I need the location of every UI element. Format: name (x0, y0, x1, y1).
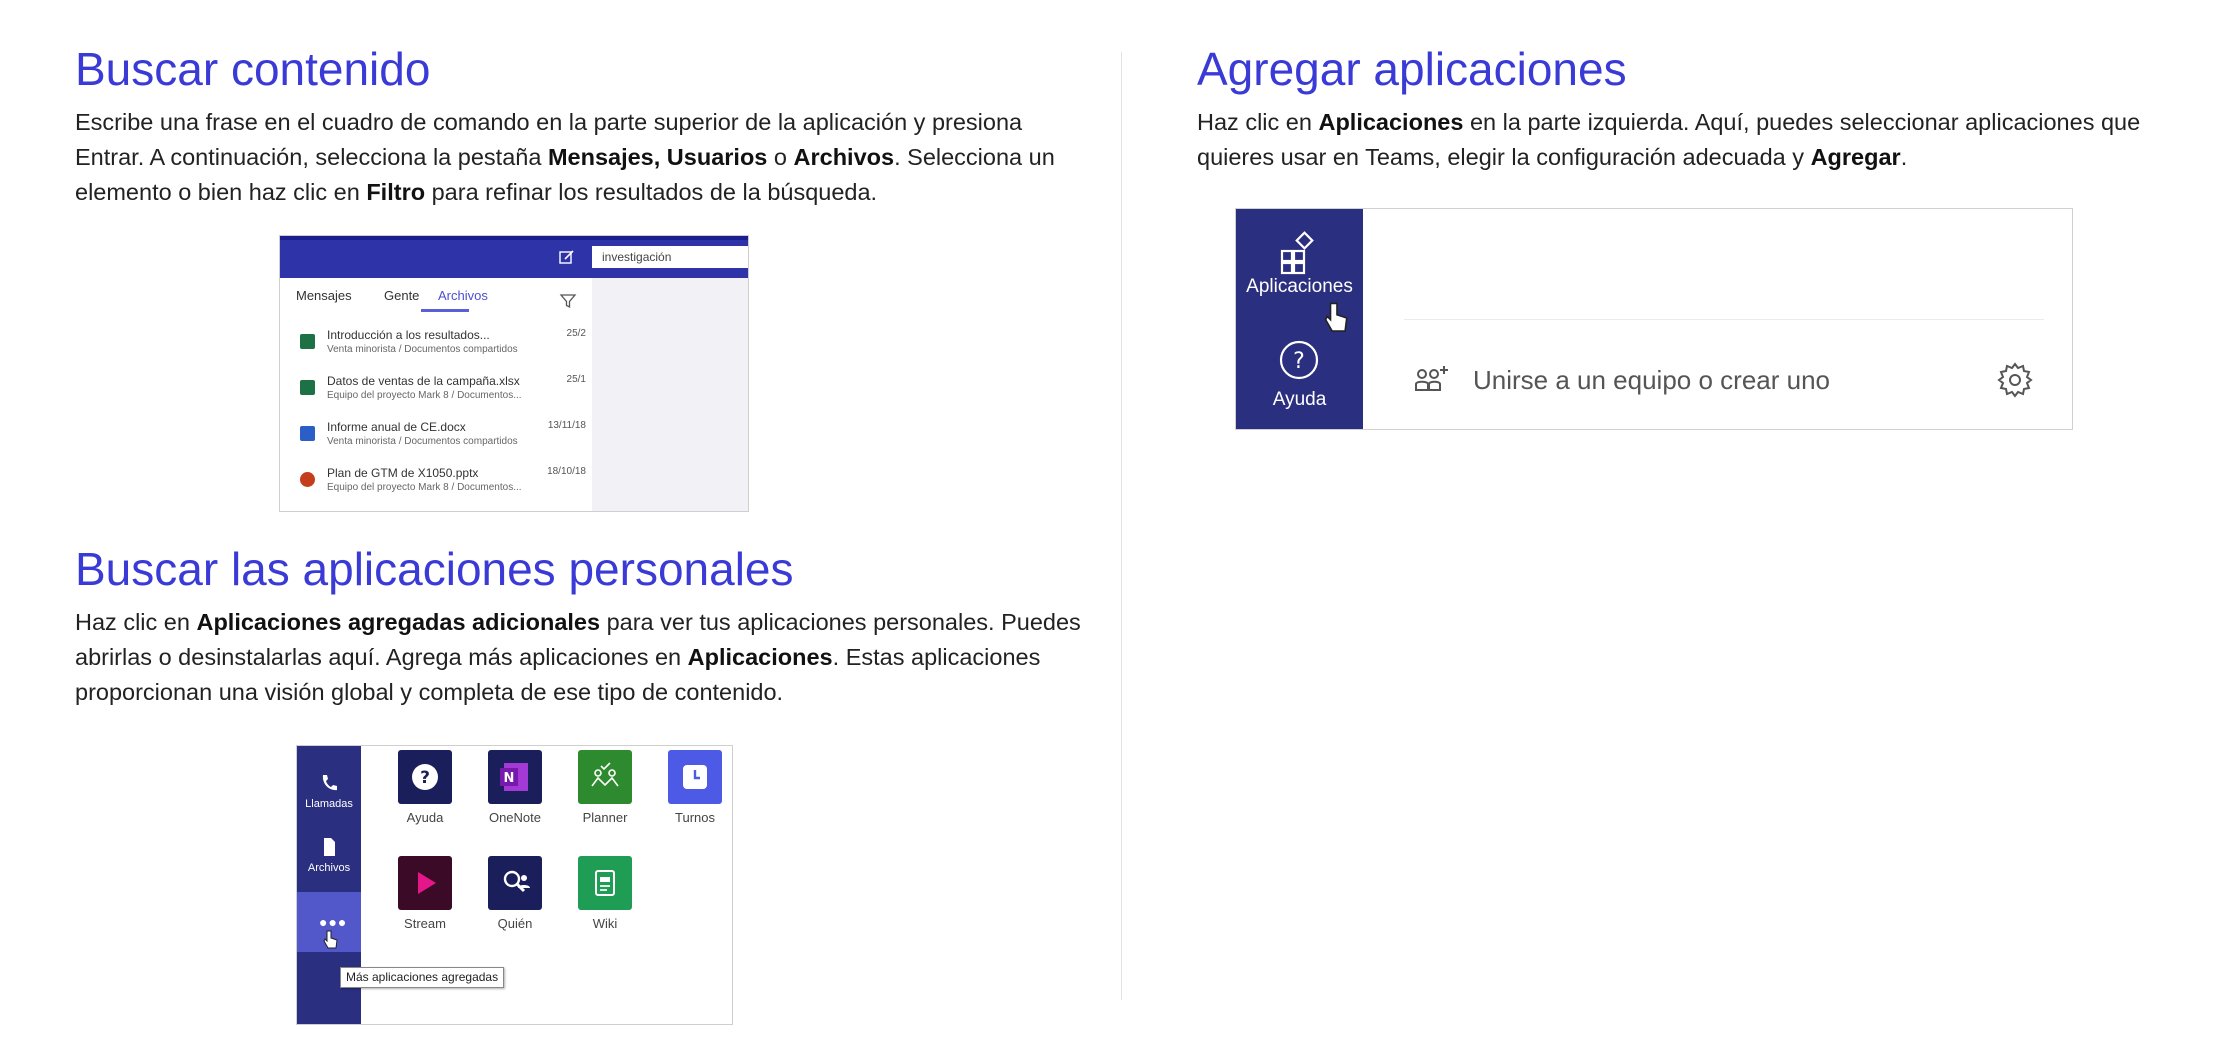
search-section-title: Buscar contenido (75, 43, 431, 95)
app-shifts[interactable]: Turnos (660, 750, 730, 825)
tab-people[interactable]: Gente (384, 288, 419, 303)
result-row[interactable]: Plan de GTM de X1050.pptx Equipo del pro… (300, 466, 590, 506)
more-apps-tooltip: Más aplicaciones agregadas (340, 967, 505, 988)
rail-item-files[interactable]: Archivos (297, 836, 361, 874)
personal-apps-text: Haz clic en Aplicaciones agregadas adici… (75, 609, 1081, 705)
svg-text:?: ? (1293, 349, 1305, 374)
add-apps-screenshot: Aplicaciones ? Ayuda Unirse a un equipo … (1235, 208, 2073, 430)
separator (1404, 319, 2044, 320)
personal-apps-title: Buscar las aplicaciones personales (75, 543, 794, 595)
search-input[interactable]: investigación (592, 246, 748, 268)
help-icon: ? (412, 764, 438, 790)
help-icon: ? (1279, 340, 1319, 380)
svg-text:?: ? (420, 768, 430, 788)
app-help[interactable]: ? Ayuda (390, 750, 460, 825)
search-section-text: Escribe una frase en el cuadro de comand… (75, 109, 1055, 205)
hand-cursor-icon (1324, 302, 1348, 332)
filter-icon[interactable] (559, 292, 577, 310)
join-team-icon (1415, 366, 1448, 391)
active-tab-indicator (421, 309, 469, 312)
add-apps-title: Agregar aplicaciones (1197, 43, 1627, 95)
excel-icon (300, 380, 315, 395)
more-dots-icon: ●●● (319, 914, 348, 930)
rail-item-help[interactable]: ? Ayuda (1236, 337, 1363, 429)
rail-item-apps[interactable]: Aplicaciones (1236, 209, 1363, 332)
hand-cursor-icon (323, 930, 338, 949)
planner-icon (591, 762, 619, 787)
tab-files[interactable]: Archivos (438, 288, 488, 303)
results-preview-pane (592, 278, 748, 511)
wiki-icon (595, 870, 615, 896)
gear-icon[interactable] (1996, 361, 2034, 399)
result-row[interactable]: Datos de ventas de la campaña.xlsx Equip… (300, 374, 590, 414)
app-onenote[interactable]: N OneNote (480, 750, 550, 825)
compose-icon[interactable] (558, 248, 576, 266)
stream-icon (418, 872, 436, 894)
who-search-icon (503, 870, 530, 893)
app-who[interactable]: Quién (480, 856, 550, 931)
excel-icon (300, 334, 315, 349)
svg-text:N: N (504, 771, 515, 786)
add-apps-text: Haz clic en Aplicaciones en la parte izq… (1197, 109, 2141, 170)
personal-apps-screenshot: Llamadas Archivos ●●● Más aplicaciones a… (296, 745, 733, 1025)
file-icon (324, 838, 335, 856)
search-screenshot: investigación Mensajes Gente Archivos In… (279, 235, 749, 512)
clock-icon (683, 765, 707, 789)
app-stream[interactable]: Stream (390, 856, 460, 931)
result-row[interactable]: Informe anual de CE.docx Venta minorista… (300, 420, 590, 460)
apps-icon (1280, 231, 1314, 275)
join-or-create-team-link[interactable]: Unirse a un equipo o crear uno (1473, 365, 1830, 396)
rail-item-calls[interactable]: Llamadas (297, 772, 361, 810)
onenote-icon: N (500, 763, 528, 791)
tab-messages[interactable]: Mensajes (296, 288, 352, 303)
powerpoint-icon (300, 472, 315, 487)
result-row[interactable]: Introducción a los resultados... Venta m… (300, 328, 590, 368)
phone-icon (322, 775, 337, 791)
more-added-apps-button[interactable]: ●●● (297, 892, 361, 952)
search-tabs: Mensajes Gente Archivos (296, 288, 586, 318)
word-icon (300, 426, 315, 441)
app-planner[interactable]: Planner (570, 750, 640, 825)
column-divider (1121, 52, 1122, 1000)
app-wiki[interactable]: Wiki (570, 856, 640, 931)
